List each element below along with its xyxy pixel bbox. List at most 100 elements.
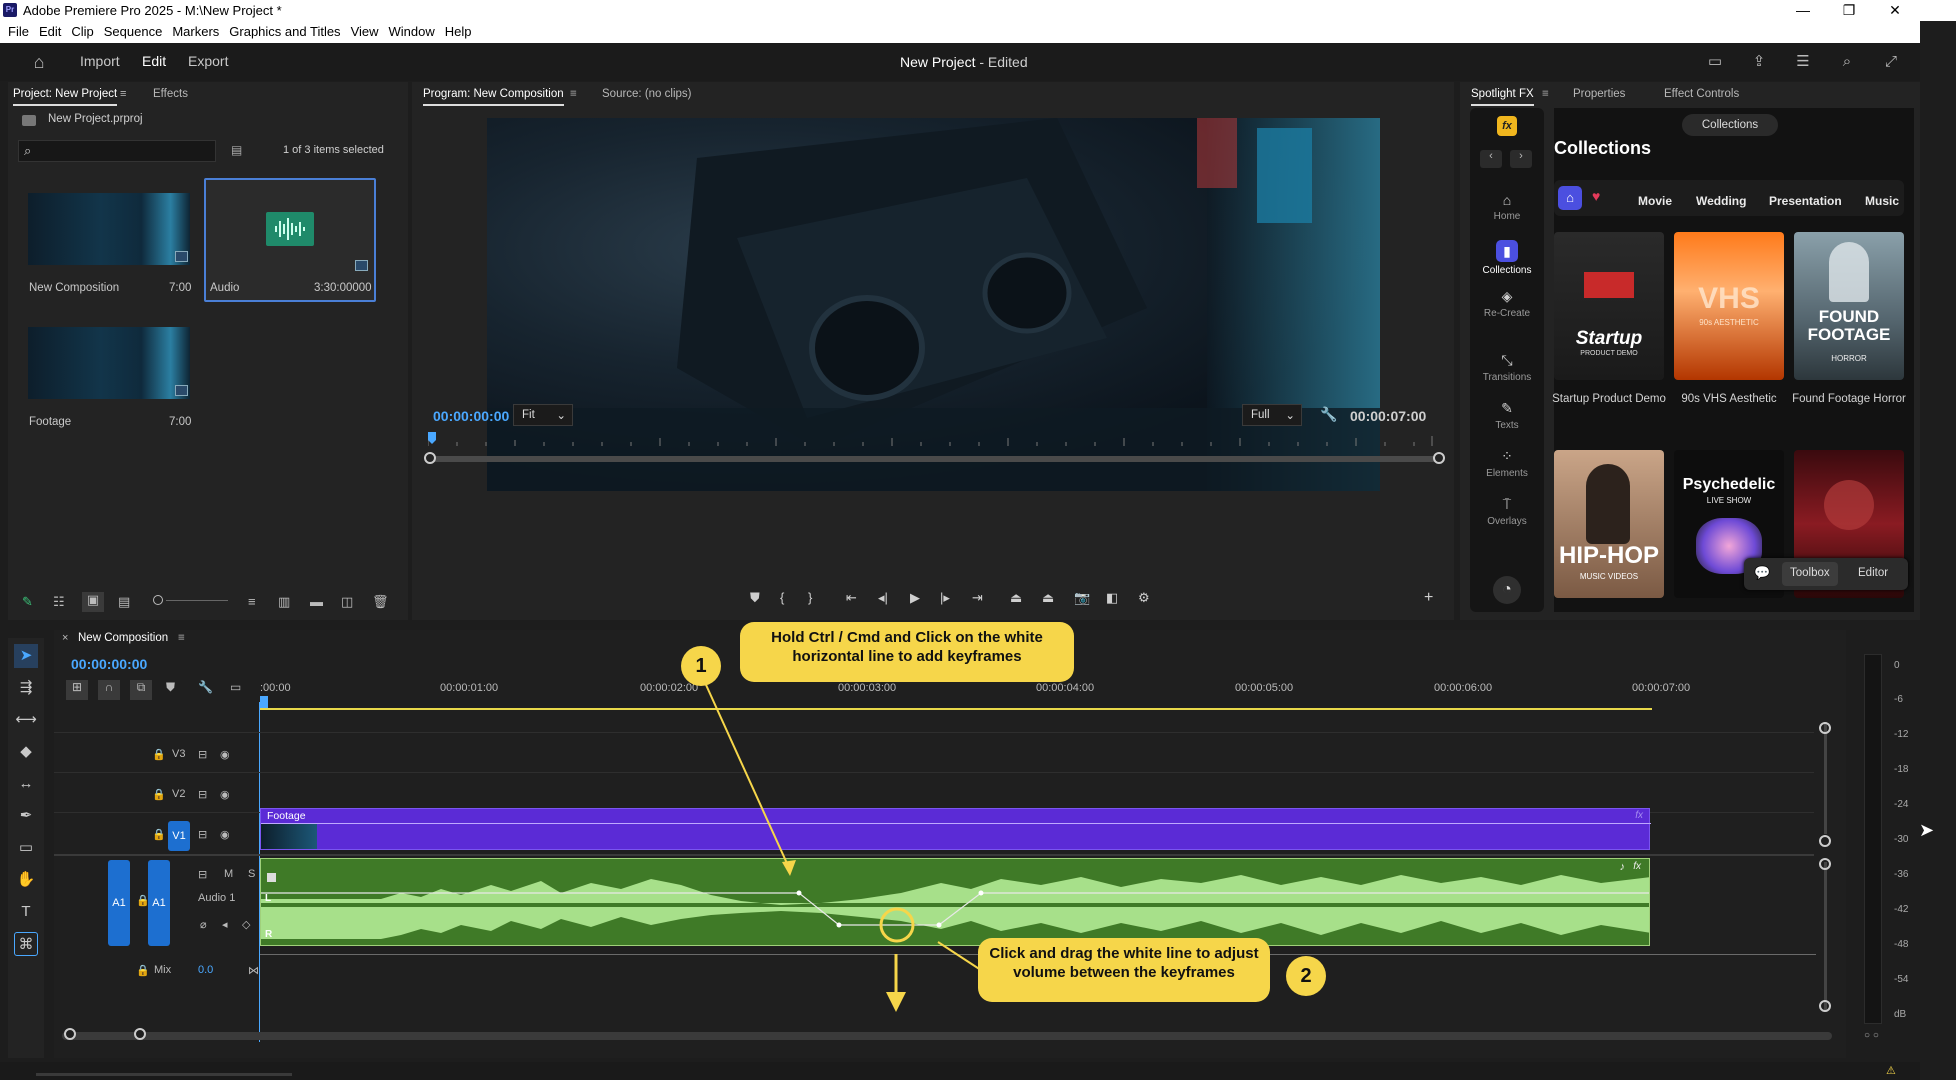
tab-effects[interactable]: Effects xyxy=(153,88,188,100)
card-startup-product-demo[interactable]: Startup PRODUCT DEMO xyxy=(1554,232,1664,380)
warning-icon[interactable]: ⚠ xyxy=(1886,1064,1896,1077)
footage-thumbnail[interactable] xyxy=(28,327,190,399)
editor-button[interactable]: Editor xyxy=(1858,567,1888,579)
tab-spotlight-fx[interactable]: Spotlight FX xyxy=(1471,88,1534,106)
tab-effect-controls[interactable]: Effect Controls xyxy=(1664,88,1739,100)
fit-dropdown[interactable]: Fit ⌄ xyxy=(513,404,573,426)
trash-icon[interactable]: 🗑 xyxy=(372,594,389,610)
tab-movie[interactable]: Movie xyxy=(1638,194,1672,208)
icon-view-icon[interactable]: ▣ xyxy=(82,592,104,612)
slip-tool-icon[interactable]: ↔ xyxy=(14,772,38,796)
panel-menu-icon[interactable]: ≡ xyxy=(1542,88,1549,100)
pen-tool-icon[interactable]: ✒ xyxy=(14,804,38,828)
layout-icon[interactable]: ▭ xyxy=(1704,51,1726,73)
hand-tool-icon[interactable]: ✋ xyxy=(14,868,38,892)
card-hip-hop[interactable]: HIP-HOP MUSIC VIDEOS xyxy=(1554,450,1664,598)
settings-icon[interactable]: ⚙ xyxy=(1138,590,1150,606)
transcript-tool-icon[interactable]: ⌘ xyxy=(14,932,38,956)
add-marker-icon[interactable]: ⛊ xyxy=(750,590,760,606)
bin-icon[interactable]: ▬ xyxy=(310,594,323,609)
new-composition-thumbnail[interactable] xyxy=(28,193,190,265)
tab-music[interactable]: Music xyxy=(1865,194,1899,208)
type-tool-icon[interactable]: T xyxy=(14,900,38,924)
go-to-out-icon[interactable]: ⇥ xyxy=(972,590,983,606)
mark-in-icon[interactable]: { xyxy=(780,590,784,605)
menu-markers[interactable]: Markers xyxy=(167,21,224,39)
project-search-input[interactable]: ⌕ xyxy=(18,140,216,162)
menu-help[interactable]: Help xyxy=(440,21,477,39)
toolbox-button[interactable]: Toolbox xyxy=(1782,562,1838,586)
scroll-handle-right[interactable] xyxy=(1433,452,1445,464)
card-found-footage-horror[interactable]: FOUND FOOTAGE HORROR xyxy=(1794,232,1904,380)
sort-icon[interactable]: ≡ xyxy=(248,594,256,609)
selection-tool-icon[interactable]: ➤ xyxy=(14,644,38,668)
menu-view[interactable]: View xyxy=(346,21,384,39)
card-90s-vhs-aesthetic[interactable]: VHS 90s AESTHETIC xyxy=(1674,232,1784,380)
sidebar-item-transitions[interactable]: ⤡ Transitions xyxy=(1470,352,1544,383)
sidebar-item-collections[interactable]: ▮ Collections xyxy=(1470,240,1544,276)
sidebar-item-texts[interactable]: ✎ Texts xyxy=(1470,400,1544,431)
home-icon[interactable]: ⌂ xyxy=(28,51,50,73)
step-back-icon[interactable]: ◂| xyxy=(878,590,888,606)
menu-clip[interactable]: Clip xyxy=(66,21,98,39)
step-forward-icon[interactable]: |▸ xyxy=(940,590,950,606)
panel-menu-icon[interactable]: ≡ xyxy=(120,88,126,100)
menu-graphics-and-titles[interactable]: Graphics and Titles xyxy=(224,21,345,39)
sidebar-item-home[interactable]: ⌂ Home xyxy=(1470,192,1544,222)
freeform-view-icon[interactable]: ▤ xyxy=(118,594,130,610)
search-help-icon[interactable]: ⌕ xyxy=(1836,51,1858,73)
automate-icon[interactable]: ▥ xyxy=(278,594,290,610)
panel-menu-icon[interactable]: ≡ xyxy=(570,88,577,100)
tab-project[interactable]: Project: New Project xyxy=(13,88,118,106)
track-select-tool-icon[interactable]: ⇶ xyxy=(14,676,38,700)
heart-icon[interactable]: ♥ xyxy=(1592,188,1600,204)
chat-icon[interactable]: 💬 xyxy=(1754,565,1770,581)
list-view-icon[interactable]: ☷ xyxy=(53,594,65,610)
menu-sequence[interactable]: Sequence xyxy=(99,21,168,39)
new-item-icon[interactable]: ◫ xyxy=(341,594,353,610)
mark-out-icon[interactable]: } xyxy=(808,590,812,605)
lift-icon[interactable]: ⏏ xyxy=(1010,590,1022,606)
maximize-button[interactable]: ❐ xyxy=(1826,0,1872,21)
collections-pill[interactable]: Collections xyxy=(1682,114,1778,136)
tab-properties[interactable]: Properties xyxy=(1573,88,1625,100)
close-button[interactable]: ✕ xyxy=(1872,0,1918,21)
sidebar-item-recreate[interactable]: ◈ Re-Create xyxy=(1470,288,1544,319)
camera-icon[interactable]: 📷 xyxy=(1074,590,1090,606)
sidebar-item-overlays[interactable]: ⍑ Overlays xyxy=(1470,496,1544,527)
menu-file[interactable]: File xyxy=(0,21,34,39)
play-icon[interactable]: ▶ xyxy=(910,590,920,606)
zoom-slider-handle[interactable] xyxy=(153,595,163,605)
audio-item-selected[interactable]: Audio 3:30:00000 xyxy=(204,178,376,302)
tab-presentation[interactable]: Presentation xyxy=(1769,194,1842,208)
minimize-button[interactable]: — xyxy=(1780,0,1826,21)
workspaces-icon[interactable]: ☰ xyxy=(1792,51,1814,73)
menu-window[interactable]: Window xyxy=(384,21,440,39)
zoom-slider-track[interactable] xyxy=(166,600,228,601)
fullscreen-icon[interactable]: ⤢ xyxy=(1880,51,1902,73)
sidebar-item-elements[interactable]: ⁘ Elements xyxy=(1470,448,1544,479)
tab-import[interactable]: Import xyxy=(80,53,120,69)
scroll-handle-left[interactable] xyxy=(424,452,436,464)
tab-program[interactable]: Program: New Composition xyxy=(423,88,564,106)
comparison-view-icon[interactable]: ◧ xyxy=(1106,590,1118,606)
razor-tool-icon[interactable]: ◆ xyxy=(14,740,38,764)
tab-source[interactable]: Source: (no clips) xyxy=(602,88,691,100)
back-arrow-icon[interactable]: ‹ xyxy=(1480,150,1502,168)
tab-edit[interactable]: Edit xyxy=(142,53,166,69)
tab-wedding[interactable]: Wedding xyxy=(1696,194,1746,208)
pencil-icon[interactable]: ✎ xyxy=(22,594,33,610)
forward-arrow-icon[interactable]: › xyxy=(1510,150,1532,168)
support-icon[interactable]: ◔ xyxy=(1493,576,1521,604)
home-category-icon[interactable]: ⌂ xyxy=(1558,186,1582,210)
solo-meter-icon[interactable]: ○ ○ xyxy=(1864,1030,1879,1041)
extract-icon[interactable]: ⏏ xyxy=(1042,590,1054,606)
zoom-scrollbar[interactable] xyxy=(429,456,1439,462)
share-icon[interactable]: ⇪ xyxy=(1748,51,1770,73)
monitor-time-ruler[interactable] xyxy=(427,432,1434,446)
add-button-icon[interactable]: + xyxy=(1424,589,1433,607)
wrench-icon[interactable]: 🔧 xyxy=(1320,406,1337,423)
playhead-timecode[interactable]: 00:00:00:00 xyxy=(433,408,509,424)
tab-export[interactable]: Export xyxy=(188,53,228,69)
rectangle-tool-icon[interactable]: ▭ xyxy=(14,836,38,860)
